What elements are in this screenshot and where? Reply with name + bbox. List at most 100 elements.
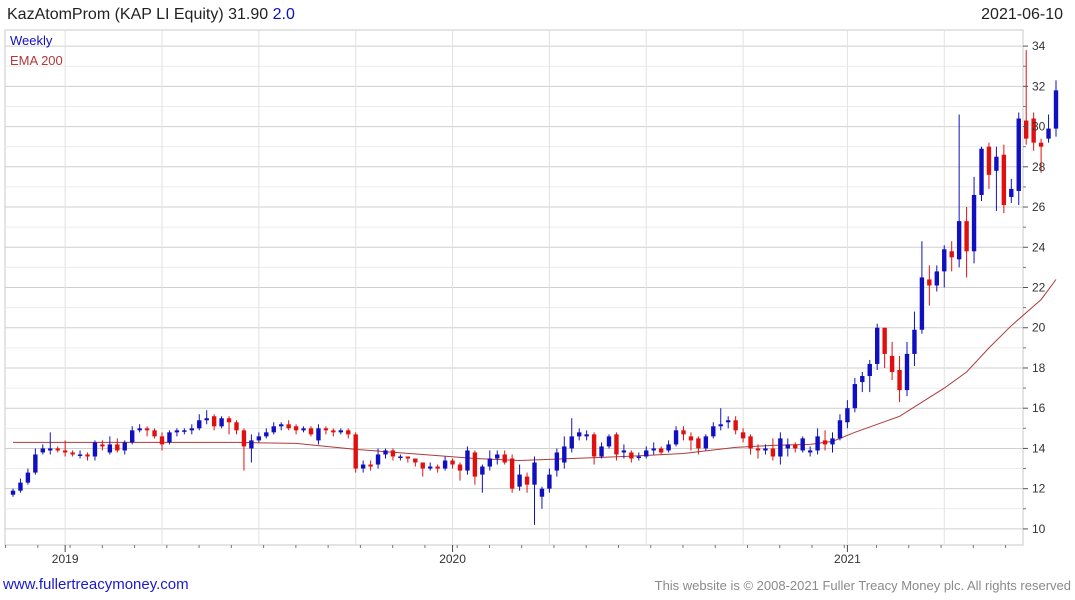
candle-body <box>495 454 500 459</box>
candle-body <box>1046 128 1051 139</box>
candle-body <box>465 450 470 471</box>
y-tick-label: 30 <box>1032 120 1046 134</box>
candle <box>636 452 641 461</box>
candle <box>368 460 373 471</box>
candle <box>986 142 992 189</box>
candle-body <box>219 418 224 427</box>
site-link[interactable]: www.fullertreacymoney.com <box>3 576 189 593</box>
candle <box>964 207 969 278</box>
candle-body <box>115 444 120 451</box>
candle-body <box>256 436 262 441</box>
candle-body <box>144 428 150 431</box>
candle-body <box>234 422 239 431</box>
candle-body <box>204 418 209 421</box>
candle-body <box>554 452 560 471</box>
candle <box>569 418 574 453</box>
candle-body <box>1009 188 1014 197</box>
candle <box>25 468 31 485</box>
y-tick-label: 14 <box>1032 441 1046 455</box>
candle <box>793 442 798 453</box>
candle-body <box>793 444 798 449</box>
candle-body <box>48 448 53 451</box>
y-tick-label: 20 <box>1032 321 1046 335</box>
candle <box>457 462 463 481</box>
candle <box>48 432 53 455</box>
candle <box>465 446 470 475</box>
candle <box>651 442 656 455</box>
candle <box>159 432 165 451</box>
candle-body <box>338 430 343 433</box>
candle-body <box>830 438 835 445</box>
candle-body <box>286 424 291 429</box>
candle <box>390 448 396 461</box>
candle <box>323 426 329 435</box>
y-tick-label: 32 <box>1032 79 1046 93</box>
candle-body <box>860 376 865 383</box>
candle-body <box>316 428 321 441</box>
candle-body <box>435 466 440 469</box>
candle <box>174 428 180 437</box>
candle-body <box>815 436 820 451</box>
candle <box>785 438 790 457</box>
candle-body <box>472 452 478 477</box>
candle-body <box>785 444 790 449</box>
candle-body <box>293 426 299 431</box>
candle-body <box>942 249 947 272</box>
candle-body <box>897 369 902 391</box>
candle <box>562 436 567 469</box>
candle-body <box>137 428 142 431</box>
candle-body <box>979 148 984 195</box>
candle-body <box>413 458 418 463</box>
candle <box>353 432 358 473</box>
candle <box>807 446 813 457</box>
candle <box>405 456 411 463</box>
candle <box>107 436 113 455</box>
candle <box>1046 114 1051 143</box>
candle <box>1001 144 1007 214</box>
candle-body <box>577 432 582 437</box>
candle <box>316 424 321 445</box>
candle-body <box>457 464 463 471</box>
y-tick-label: 26 <box>1032 200 1046 214</box>
candle <box>703 434 709 451</box>
candle <box>55 446 60 453</box>
candle <box>308 426 314 437</box>
candle-body <box>666 444 671 451</box>
candle <box>204 410 209 425</box>
candle-body <box>428 466 433 469</box>
candle-body <box>264 432 269 437</box>
candle <box>115 438 120 453</box>
candle-body <box>122 442 127 451</box>
candle <box>286 420 291 431</box>
candle-body <box>644 450 649 457</box>
candle <box>1053 80 1059 137</box>
candle <box>867 359 872 393</box>
candle-body <box>956 221 962 260</box>
candle-body <box>703 436 709 449</box>
candle-body <box>673 430 679 445</box>
candle-body <box>726 420 731 423</box>
candle <box>226 416 232 435</box>
candle <box>33 448 38 475</box>
candle-body <box>822 440 828 445</box>
candle-body <box>852 384 858 409</box>
candle-body <box>927 279 932 286</box>
candle <box>539 486 545 509</box>
candle-body <box>301 428 306 431</box>
candle <box>301 426 306 433</box>
candle-body <box>889 355 895 372</box>
candle <box>137 424 142 433</box>
candle-body <box>368 464 373 467</box>
candle-body <box>107 444 113 453</box>
candle <box>673 426 679 447</box>
candle-body <box>405 456 411 459</box>
candle-body <box>55 448 60 451</box>
candle-body <box>964 221 969 252</box>
candle-body <box>174 430 180 433</box>
candle-body <box>986 146 992 175</box>
y-tick-label: 28 <box>1032 160 1046 174</box>
candle <box>249 434 254 463</box>
candle <box>167 430 172 445</box>
candle <box>383 448 388 459</box>
candle-body <box>912 329 917 354</box>
